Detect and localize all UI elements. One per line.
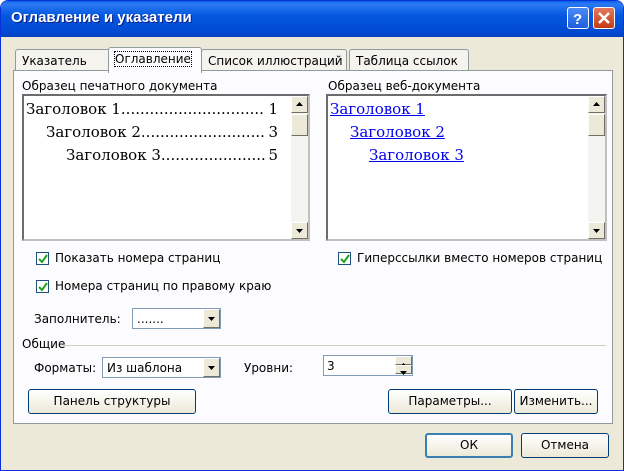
window-title: Оглавление и указатели (11, 9, 192, 26)
arrow-up-icon (296, 102, 303, 106)
modify-button[interactable]: Изменить... (514, 389, 598, 414)
scroll-thumb[interactable] (291, 114, 308, 136)
dialog-window: Оглавление и указатели ? Указатель Оглав… (0, 0, 624, 471)
levels-spinner[interactable]: 3 (323, 355, 413, 376)
tab-label: Указатель (22, 54, 87, 68)
help-button[interactable]: ? (567, 7, 589, 29)
checkmark-icon (38, 254, 48, 264)
web-link-1[interactable]: Заголовок 1 (330, 100, 425, 118)
scroll-thumb[interactable] (588, 114, 605, 136)
close-icon (598, 12, 610, 24)
svg-text:?: ? (573, 11, 582, 28)
web-link-3[interactable]: Заголовок 3 (369, 146, 464, 164)
toc-entry-text: Заголовок 2 (46, 123, 141, 141)
parameters-button[interactable]: Параметры... (388, 389, 512, 414)
tab-panel: Образец печатного документа Заголовок 1.… (13, 70, 613, 424)
print-preview-box[interactable]: Заголовок 1.............................… (22, 94, 310, 241)
general-divider (62, 345, 606, 346)
arrow-up-icon (593, 102, 600, 106)
tab-label: Список иллюстраций (208, 54, 343, 68)
scroll-down-button[interactable] (291, 222, 308, 239)
web-preview-label: Образец веб-документа (328, 79, 481, 93)
formats-value: Из шаблона (107, 361, 183, 375)
filler-select[interactable]: ....... (132, 308, 221, 329)
arrow-down-icon (593, 229, 600, 233)
general-group-label: Общие (22, 337, 66, 351)
checkmark-icon (38, 282, 48, 292)
web-preview-box[interactable]: Заголовок 1 Заголовок 2 Заголовок 3 (326, 94, 607, 241)
ok-button[interactable]: ОК (425, 433, 513, 458)
arrow-down-icon (400, 371, 407, 375)
toc-page-number: 3 (268, 123, 278, 141)
tab-authorities[interactable]: Таблица ссылок (349, 49, 469, 71)
web-link-2[interactable]: Заголовок 2 (350, 123, 445, 141)
toc-entry-3: Заголовок 3...................... 5 (66, 146, 278, 164)
chevron-down-icon (208, 366, 215, 370)
filler-value: ....... (137, 312, 164, 326)
toc-page-number: 5 (268, 146, 278, 164)
arrow-down-icon (296, 229, 303, 233)
tab-figures[interactable]: Список иллюстраций (201, 49, 347, 71)
spin-down-button[interactable] (395, 365, 412, 375)
filler-label: Заполнитель: (34, 312, 121, 326)
web-preview-scrollbar[interactable] (588, 96, 605, 239)
toc-entry-1: Заголовок 1.............................… (26, 100, 278, 118)
show-page-numbers-label[interactable]: Показать номера страниц (55, 251, 220, 265)
show-page-numbers-checkbox[interactable] (36, 252, 49, 265)
tab-label: Таблица ссылок (356, 54, 458, 68)
print-preview-label: Образец печатного документа (22, 79, 218, 93)
close-button[interactable] (593, 7, 615, 29)
cancel-button[interactable]: Отмена (521, 433, 609, 458)
scroll-up-button[interactable] (291, 96, 308, 113)
tab-index[interactable]: Указатель (15, 49, 111, 71)
dropdown-button[interactable] (203, 358, 220, 377)
levels-label: Уровни: (244, 361, 294, 375)
toc-entry-text: Заголовок 3 (66, 146, 161, 164)
title-bar[interactable]: Оглавление и указатели ? (1, 1, 623, 37)
toc-page-number: 1 (268, 100, 278, 118)
spin-up-button[interactable] (395, 356, 412, 367)
chevron-down-icon (208, 317, 215, 321)
formats-label: Форматы: (34, 361, 97, 375)
print-preview-scrollbar[interactable] (291, 96, 308, 239)
scroll-up-button[interactable] (588, 96, 605, 113)
checkmark-icon (340, 254, 350, 264)
hyperlinks-checkbox[interactable] (338, 252, 351, 265)
dropdown-button[interactable] (203, 309, 220, 328)
hyperlinks-label[interactable]: Гиперссылки вместо номеров страниц (357, 251, 602, 265)
outline-toolbar-button[interactable]: Панель структуры (28, 389, 196, 414)
levels-value: 3 (327, 359, 335, 373)
tab-label: Оглавление (114, 51, 192, 67)
toc-entry-text: Заголовок 1 (26, 100, 121, 118)
formats-select[interactable]: Из шаблона (102, 357, 221, 378)
tab-toc[interactable]: Оглавление (108, 47, 202, 73)
right-align-label[interactable]: Номера страниц по правому краю (55, 279, 271, 293)
toc-entry-2: Заголовок 2.......................... 3 (46, 123, 278, 141)
right-align-checkbox[interactable] (36, 280, 49, 293)
question-mark-icon: ? (573, 11, 582, 28)
scroll-down-button[interactable] (588, 222, 605, 239)
